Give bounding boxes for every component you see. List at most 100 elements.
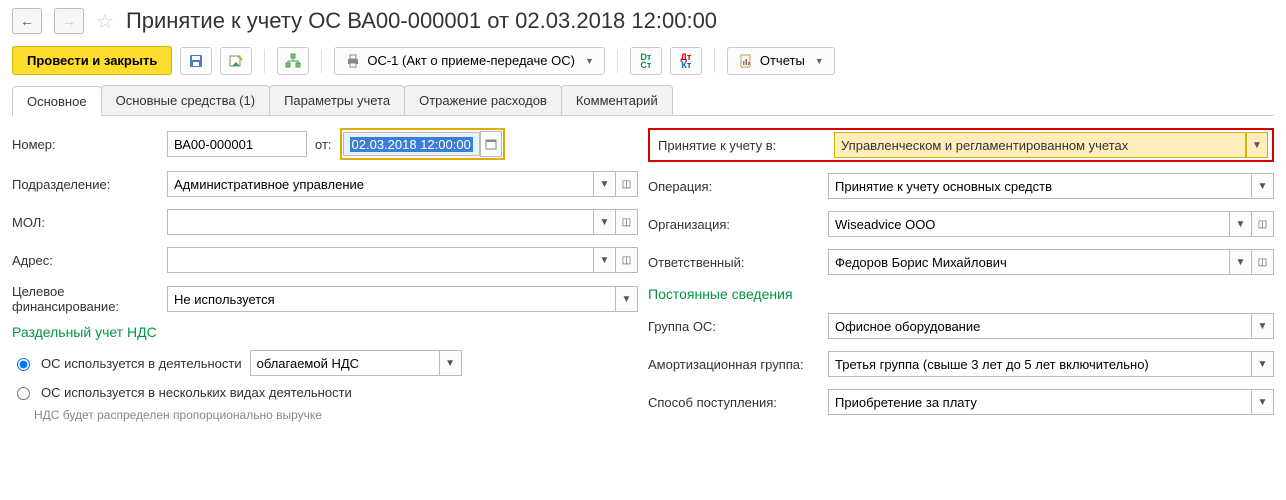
vat-radio2-row: ОС используется в нескольких видах деяте… bbox=[12, 384, 638, 400]
separator bbox=[321, 49, 322, 73]
income-input[interactable] bbox=[828, 389, 1252, 415]
report-icon bbox=[738, 53, 754, 69]
dtkt-red-icon: ДтКт bbox=[680, 53, 691, 69]
dtkt-green-icon: DтCт bbox=[640, 53, 651, 69]
row-target: Целевое финансирование: ▼ bbox=[12, 284, 638, 314]
floppy-icon bbox=[188, 53, 204, 69]
vat-section-title: Раздельный учет НДС bbox=[12, 324, 638, 340]
vat-radio1-label: ОС используется в деятельности bbox=[41, 356, 242, 371]
dtkt-green-button[interactable]: DтCт bbox=[630, 47, 662, 75]
from-label: от: bbox=[315, 137, 332, 152]
form-area: Номер: от: 02.03.2018 12:00:00 Подраздел… bbox=[12, 128, 1274, 426]
vat-radio1[interactable] bbox=[17, 358, 30, 371]
reports-label: Отчеты bbox=[760, 53, 805, 68]
open-button[interactable]: ◫ bbox=[616, 209, 638, 235]
save-button[interactable] bbox=[180, 47, 212, 75]
calendar-button[interactable] bbox=[480, 131, 502, 157]
structure-icon bbox=[285, 53, 301, 69]
target-input[interactable] bbox=[167, 286, 616, 312]
row-oper: Операция: ▼ bbox=[648, 172, 1274, 200]
dropdown-button[interactable]: ▼ bbox=[1252, 173, 1274, 199]
open-button[interactable]: ◫ bbox=[616, 247, 638, 273]
vat-hint: НДС будет распределен пропорционально вы… bbox=[34, 408, 638, 422]
mol-label: МОЛ: bbox=[12, 215, 167, 230]
dropdown-button[interactable]: ▼ bbox=[1252, 313, 1274, 339]
dropdown-button[interactable]: ▼ bbox=[1230, 211, 1252, 237]
accept-label: Принятие к учету в: bbox=[654, 138, 834, 153]
oper-input[interactable] bbox=[828, 173, 1252, 199]
tab-expenses[interactable]: Отражение расходов bbox=[404, 85, 562, 115]
group-input[interactable] bbox=[828, 313, 1252, 339]
dropdown-button[interactable]: ▼ bbox=[616, 286, 638, 312]
dropdown-button[interactable]: ▼ bbox=[1252, 389, 1274, 415]
target-label: Целевое финансирование: bbox=[12, 284, 167, 314]
amort-label: Амортизационная группа: bbox=[648, 357, 828, 372]
tab-assets[interactable]: Основные средства (1) bbox=[101, 85, 271, 115]
post-close-button[interactable]: Провести и закрыть bbox=[12, 46, 172, 75]
row-number: Номер: от: 02.03.2018 12:00:00 bbox=[12, 128, 638, 160]
accept-input[interactable]: Управленческом и регламентированном учет… bbox=[834, 132, 1246, 158]
amort-input[interactable] bbox=[828, 351, 1252, 377]
dropdown-icon: ▼ bbox=[585, 56, 594, 66]
tab-params[interactable]: Параметры учета bbox=[269, 85, 405, 115]
dept-label: Подразделение: bbox=[12, 177, 167, 192]
os1-button[interactable]: ОС-1 (Акт о приеме-передаче ОС) ▼ bbox=[334, 47, 605, 75]
reports-button[interactable]: Отчеты ▼ bbox=[727, 47, 835, 75]
os1-label: ОС-1 (Акт о приеме-передаче ОС) bbox=[367, 53, 575, 68]
dropdown-icon: ▼ bbox=[815, 56, 824, 66]
separator bbox=[714, 49, 715, 73]
open-button[interactable]: ◫ bbox=[1252, 249, 1274, 275]
row-mol: МОЛ: ▼ ◫ bbox=[12, 208, 638, 236]
separator bbox=[264, 49, 265, 73]
calendar-icon bbox=[485, 138, 497, 150]
mol-input[interactable] bbox=[167, 209, 594, 235]
dropdown-button[interactable]: ▼ bbox=[594, 171, 616, 197]
vat-radio2[interactable] bbox=[17, 387, 30, 400]
dropdown-button[interactable]: ▼ bbox=[1246, 132, 1268, 158]
nav-back-button[interactable]: ← bbox=[12, 8, 42, 34]
printer-icon bbox=[345, 53, 361, 69]
header-row: ← → ☆ Принятие к учету ОС ВА00-000001 от… bbox=[12, 8, 1274, 34]
row-addr: Адрес: ▼ ◫ bbox=[12, 246, 638, 274]
dropdown-button[interactable]: ▼ bbox=[1230, 249, 1252, 275]
page-title: Принятие к учету ОС ВА00-000001 от 02.03… bbox=[126, 8, 717, 34]
toolbar: Провести и закрыть ОС-1 (Акт о приеме-пе… bbox=[12, 46, 1274, 75]
row-dept: Подразделение: ▼ ◫ bbox=[12, 170, 638, 198]
addr-input[interactable] bbox=[167, 247, 594, 273]
row-income: Способ поступления: ▼ bbox=[648, 388, 1274, 416]
org-input[interactable] bbox=[828, 211, 1230, 237]
accept-value: Управленческом и регламентированном учет… bbox=[841, 138, 1128, 153]
tab-main[interactable]: Основное bbox=[12, 86, 102, 116]
group-label: Группа ОС: bbox=[648, 319, 828, 334]
post-button[interactable] bbox=[220, 47, 252, 75]
number-input[interactable] bbox=[167, 131, 307, 157]
open-button[interactable]: ◫ bbox=[1252, 211, 1274, 237]
vat-radio2-label: ОС используется в нескольких видах деяте… bbox=[41, 385, 352, 400]
favorite-star-icon[interactable]: ☆ bbox=[96, 9, 114, 34]
org-label: Организация: bbox=[648, 217, 828, 232]
accept-highlight: Принятие к учету в: Управленческом и рег… bbox=[648, 128, 1274, 162]
separator bbox=[617, 49, 618, 73]
nav-forward-button[interactable]: → bbox=[54, 8, 84, 34]
row-org: Организация: ▼ ◫ bbox=[648, 210, 1274, 238]
open-button[interactable]: ◫ bbox=[616, 171, 638, 197]
resp-label: Ответственный: bbox=[648, 255, 828, 270]
dropdown-button[interactable]: ▼ bbox=[1252, 351, 1274, 377]
dtkt-red-button[interactable]: ДтКт bbox=[670, 47, 702, 75]
dept-input[interactable] bbox=[167, 171, 594, 197]
addr-label: Адрес: bbox=[12, 253, 167, 268]
dropdown-button[interactable]: ▼ bbox=[594, 209, 616, 235]
date-input[interactable]: 02.03.2018 12:00:00 bbox=[343, 132, 480, 156]
resp-input[interactable] bbox=[828, 249, 1230, 275]
tabs: Основное Основные средства (1) Параметры… bbox=[12, 85, 1274, 116]
dropdown-button[interactable]: ▼ bbox=[594, 247, 616, 273]
row-resp: Ответственный: ▼ ◫ bbox=[648, 248, 1274, 276]
row-group: Группа ОС: ▼ bbox=[648, 312, 1274, 340]
structure-button[interactable] bbox=[277, 47, 309, 75]
vat-type-input[interactable] bbox=[250, 350, 440, 376]
tab-comment[interactable]: Комментарий bbox=[561, 85, 673, 115]
income-label: Способ поступления: bbox=[648, 395, 828, 410]
const-section-title: Постоянные сведения bbox=[648, 286, 1274, 302]
number-label: Номер: bbox=[12, 137, 167, 152]
dropdown-button[interactable]: ▼ bbox=[440, 350, 462, 376]
